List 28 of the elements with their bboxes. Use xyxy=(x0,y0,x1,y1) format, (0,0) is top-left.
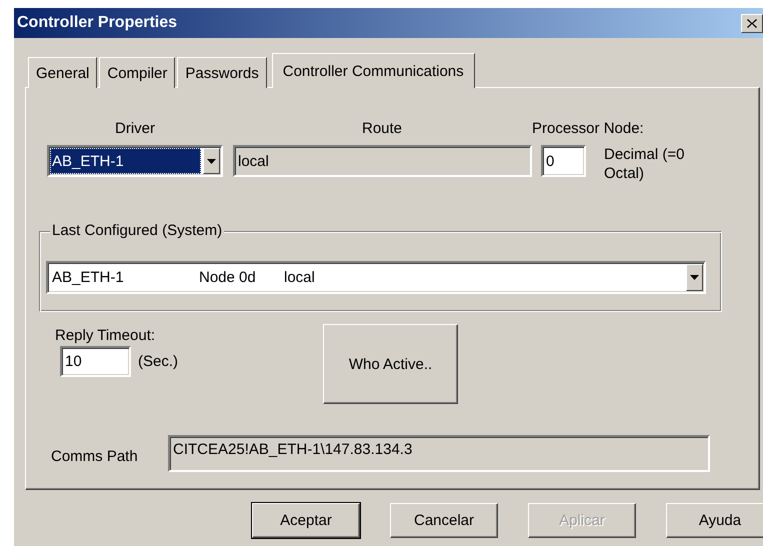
help-button[interactable]: Ayuda xyxy=(666,503,763,538)
driver-dropdown[interactable]: AB_ETH-1 xyxy=(47,145,223,177)
who-active-button[interactable]: Who Active.. xyxy=(323,324,458,404)
dropdown-value: Node 0d xyxy=(199,269,257,286)
group-legend: Last Configured (System) xyxy=(50,222,224,239)
tab[interactable]: Passwords xyxy=(177,57,267,88)
reply-timeout-label: Reply Timeout: xyxy=(55,327,156,344)
dropdown-arrow-icon xyxy=(207,158,216,164)
tab[interactable]: General xyxy=(28,57,98,88)
route-label: Route xyxy=(360,120,404,137)
close-icon xyxy=(747,18,757,28)
unit-label: (Sec.) xyxy=(138,353,178,370)
timeout-field[interactable]: 10 xyxy=(60,346,131,377)
processor-node-field[interactable]: 0 xyxy=(541,145,586,177)
window-title: Controller Properties xyxy=(16,14,178,32)
tab[interactable]: Controller Communications xyxy=(272,53,475,88)
last-configured-dropdown[interactable]: AB_ETH-1 Node 0d local xyxy=(46,261,706,294)
dropdown-arrow-icon xyxy=(690,275,699,280)
comms-path-label: Comms Path xyxy=(51,448,139,464)
close-button[interactable] xyxy=(741,14,763,32)
dropdown-value: local xyxy=(284,269,316,286)
ok-button[interactable]: Aceptar xyxy=(252,503,360,538)
node-format-note: Decimal (=0 Octal) xyxy=(604,145,686,183)
processor-node-label: Processor Node: xyxy=(532,120,644,137)
cancel-button[interactable]: Cancelar xyxy=(390,503,498,538)
tab[interactable]: Compiler xyxy=(99,57,176,88)
dropdown-value: AB_ETH-1 xyxy=(52,269,125,286)
driver-label: Driver xyxy=(114,120,156,137)
